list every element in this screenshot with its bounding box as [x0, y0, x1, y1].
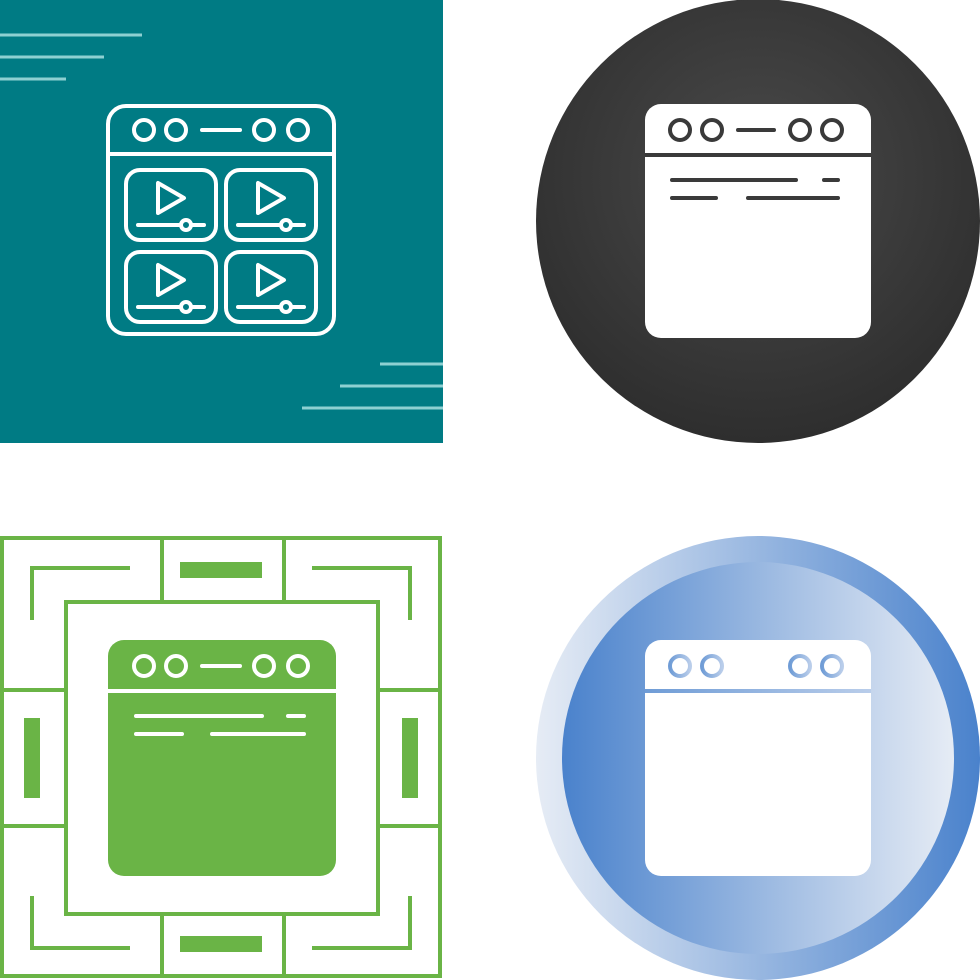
browser-glyph-icon — [108, 640, 336, 876]
browser-blue-circle-tile — [490, 490, 980, 980]
browser-dark-circle-tile — [490, 0, 980, 490]
browser-glyph-green-icon — [0, 536, 442, 978]
teal-square-background — [0, 0, 443, 443]
browser-glyph-icon — [645, 640, 871, 876]
browser-glyph-blue-icon — [536, 536, 980, 980]
browser-glyph-dark-icon — [536, 0, 980, 443]
browser-video-grid-icon — [0, 0, 443, 443]
browser-glyph-icon — [645, 104, 871, 338]
browser-video-grid-tile — [0, 0, 490, 490]
browser-green-frame-tile — [0, 490, 490, 980]
